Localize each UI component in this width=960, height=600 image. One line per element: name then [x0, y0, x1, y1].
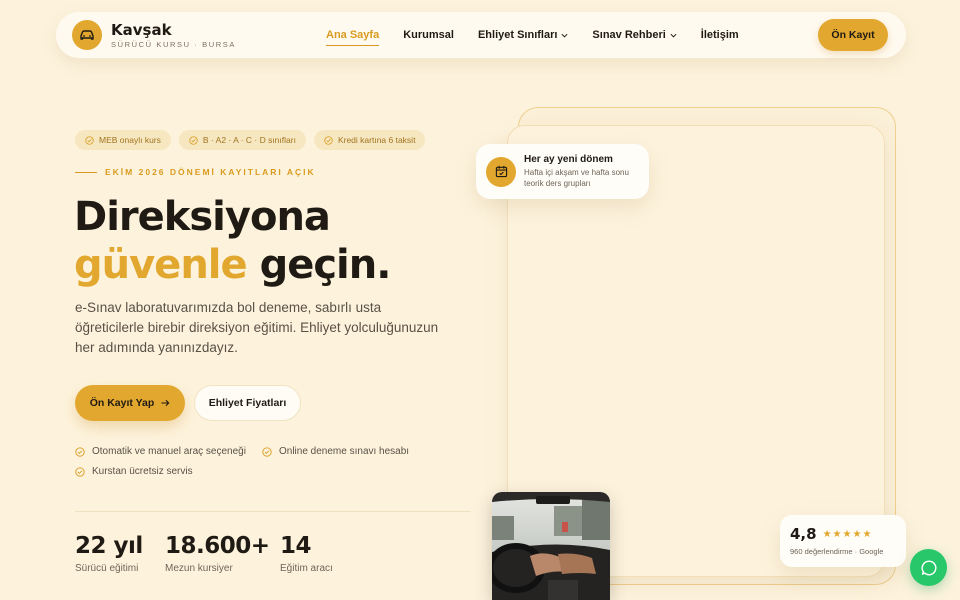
nav-license-classes[interactable]: Ehliyet Sınıfları — [478, 29, 568, 41]
car-logo-icon — [72, 20, 102, 50]
arrow-right-icon — [161, 399, 170, 407]
calendar-icon — [486, 156, 516, 187]
stats-divider — [75, 511, 471, 512]
hero-headline: Direksiyona güvenle geçin. — [74, 193, 392, 289]
stat-label: Eğitim aracı — [280, 563, 333, 574]
badge-list: MEB onaylı kurs B · A2 · A · C · D sınıf… — [75, 130, 426, 150]
pre-register-cta-label: Ön Kayıt Yap — [89, 397, 155, 409]
brand[interactable]: Kavşak SÜRÜCÜ KURSU · BURSA — [72, 20, 326, 50]
feature-label: Otomatik ve manuel araç seçeneği — [92, 446, 246, 457]
feature-item: Online deneme sınavı hesabı — [262, 446, 409, 457]
top-navbar: Kavşak SÜRÜCÜ KURSU · BURSA Ana Sayfa Ku… — [56, 12, 906, 58]
nav-license-classes-label: Ehliyet Sınıfları — [477, 29, 558, 41]
pre-register-button[interactable]: Ön Kayıt — [818, 19, 888, 51]
rating-stars-icon: ★★★★★ — [822, 528, 873, 540]
badge-classes-label: B · A2 · A · C · D sınıfları — [202, 135, 296, 145]
eyebrow-text: EKİM 2026 DÖNEMİ KAYITLARI AÇIK — [105, 167, 316, 177]
chevron-down-icon — [670, 33, 677, 38]
check-circle-icon — [189, 135, 198, 145]
nav-contact-label: İletişim — [700, 29, 739, 41]
stat-value: 22 yıl — [75, 533, 143, 559]
badge-installments-label: Kredi kartına 6 taksit — [337, 135, 416, 145]
headline-line1: Direksiyona — [74, 194, 331, 240]
nav-home-label: Ana Sayfa — [326, 29, 380, 41]
feature-item: Otomatik ve manuel araç seçeneği — [75, 446, 246, 457]
chevron-down-icon — [561, 33, 568, 38]
hero-lead: e-Sınav laboratuvarımızda bol deneme, sa… — [75, 300, 439, 355]
stat-item: 14 Eğitim aracı — [280, 533, 333, 574]
new-term-card: Her ay yeni dönem Hafta içi akşam ve haf… — [476, 144, 649, 199]
main-menu: Ana Sayfa Kurumsal Ehliyet Sınıfları Sın… — [326, 29, 818, 46]
stat-item: 22 yıl Sürücü eğitimi — [75, 533, 143, 574]
pre-register-cta-button[interactable]: Ön Kayıt Yap — [75, 385, 185, 421]
stat-item: 18.600+ Mezun kursiyer — [165, 533, 270, 574]
nav-contact[interactable]: İletişim — [701, 29, 739, 41]
headline-rest: geçin. — [259, 242, 392, 288]
driving-lesson-photo — [492, 492, 610, 600]
rating-subtitle: 960 değerlendirme · Google — [790, 547, 884, 556]
badge-installments: Kredi kartına 6 taksit — [313, 130, 426, 150]
badge-classes: B · A2 · A · C · D sınıfları — [178, 130, 306, 150]
headline-highlight: güvenle — [74, 242, 248, 288]
check-circle-icon — [262, 446, 272, 457]
eyebrow: EKİM 2026 DÖNEMİ KAYITLARI AÇIK — [75, 167, 316, 177]
nav-corporate[interactable]: Kurumsal — [403, 29, 454, 41]
check-circle-icon — [75, 446, 85, 457]
nav-home[interactable]: Ana Sayfa — [326, 29, 380, 46]
nav-exam-guide-label: Sınav Rehberi — [592, 29, 666, 41]
stat-label: Mezun kursiyer — [165, 563, 233, 574]
check-circle-icon — [85, 135, 94, 145]
badge-meb: MEB onaylı kurs — [75, 130, 171, 150]
check-circle-icon — [75, 466, 85, 477]
feature-item: Kurstan ücretsiz servis — [75, 466, 193, 477]
feature-label: Kurstan ücretsiz servis — [92, 466, 193, 477]
check-circle-icon — [324, 135, 333, 145]
whatsapp-chat-button[interactable] — [910, 549, 947, 586]
license-prices-button[interactable]: Ehliyet Fiyatları — [194, 385, 301, 421]
chat-bubble-icon — [920, 560, 937, 575]
google-rating-card: 4,8 ★★★★★ 960 değerlendirme · Google — [780, 515, 906, 567]
brand-name: Kavşak — [111, 20, 172, 39]
feature-label: Online deneme sınavı hesabı — [279, 446, 410, 457]
stat-label: Sürücü eğitimi — [75, 563, 139, 574]
badge-meb-label: MEB onaylı kurs — [99, 135, 161, 145]
stat-value: 18.600+ — [165, 533, 270, 559]
stat-value: 14 — [280, 533, 312, 559]
new-term-title: Her ay yeni dönem — [524, 154, 613, 165]
nav-corporate-label: Kurumsal — [403, 29, 454, 41]
eyebrow-line — [75, 171, 97, 173]
nav-exam-guide[interactable]: Sınav Rehberi — [592, 29, 677, 41]
new-term-text: Hafta içi akşam ve hafta sonu teorik der… — [524, 168, 629, 188]
brand-subtitle: SÜRÜCÜ KURSU · BURSA — [111, 39, 236, 49]
rating-score: 4,8 — [790, 525, 817, 543]
